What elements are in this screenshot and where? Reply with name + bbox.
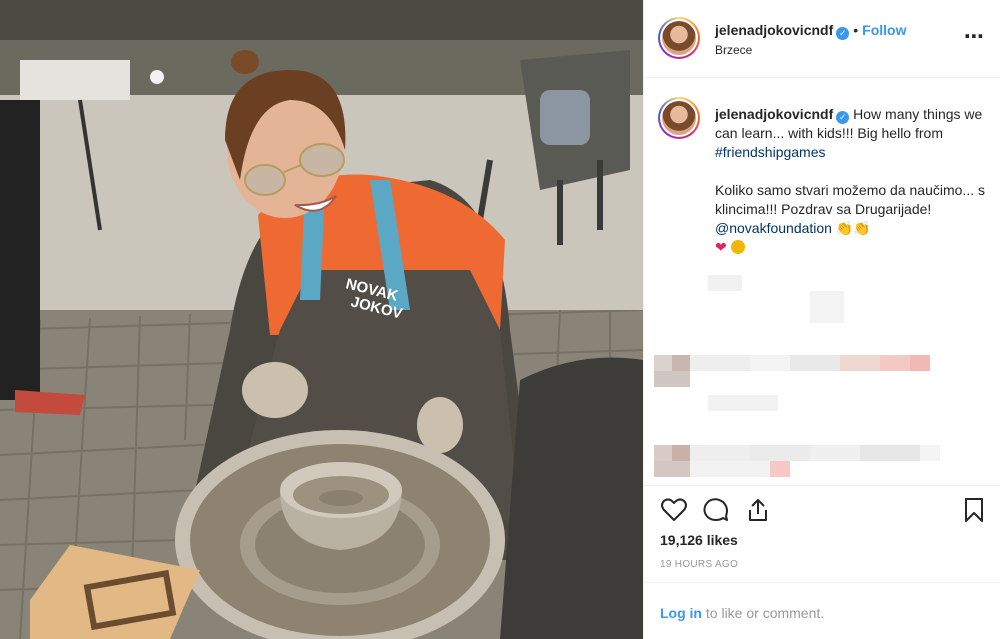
post-header: jelenadjokovicndf ✓ • Follow Brzece ⋯ [644,0,1000,78]
more-options-icon[interactable]: ⋯ [964,24,985,49]
redacted-comment-5b [654,461,790,479]
avatar-image [662,21,696,55]
post-timestamp[interactable]: 19 HOURS AGO [660,559,738,570]
heart-emoji-icon: ❤ [715,239,727,255]
redacted-comment-3 [654,355,930,373]
header-name-row: jelenadjokovicndf ✓ • Follow [715,22,906,40]
login-link[interactable]: Log in [660,605,702,621]
caption-avatar-image [662,101,696,135]
login-suffix: to like or comment. [702,605,825,621]
redacted-comment-3b [654,371,690,389]
separator-dot: • [853,22,859,38]
caption-verified-icon: ✓ [836,111,850,124]
redacted-comment-1 [708,275,742,293]
mention-link[interactable]: @novakfoundation [715,220,832,236]
login-prompt: Log in to like or comment. [644,582,1000,639]
sun-emoji-icon [730,240,745,254]
bookmark-icon[interactable] [960,496,988,524]
comments-area: jelenadjokovicndf ✓ How many things we ca… [644,79,1000,485]
caption-username[interactable]: jelenadjokovicndf [715,106,833,122]
verified-badge-icon: ✓ [836,27,850,40]
clap-emoji-icon: 👏👏 [835,220,871,236]
like-count[interactable]: 19,126 likes [660,532,738,548]
caption-text-sr: Koliko samo stvari možemo da naučimo... … [715,182,985,217]
post-photo[interactable]: NOVAK JOKOV [0,0,643,639]
hashtag-link[interactable]: #friendshipgames [715,144,826,160]
post-image: NOVAK JOKOV [0,0,643,639]
follow-button[interactable]: Follow [862,22,906,38]
post-location[interactable]: Brzece [715,43,752,57]
redacted-comment-4 [708,395,778,413]
author-avatar[interactable] [658,17,700,59]
post-actions: 19,126 likes 19 HOURS AGO Log in to like… [644,485,1000,639]
caption-avatar[interactable] [658,97,700,139]
share-icon[interactable] [744,496,772,524]
post-sidebar: jelenadjokovicndf ✓ • Follow Brzece ⋯ jelen… [643,0,1000,639]
redacted-comment-2 [810,291,844,323]
author-username[interactable]: jelenadjokovicndf [715,22,833,38]
post-caption: jelenadjokovicndf ✓ How many things we ca… [715,105,985,257]
comment-bubble-icon[interactable] [702,496,730,524]
like-heart-icon[interactable] [660,496,688,524]
